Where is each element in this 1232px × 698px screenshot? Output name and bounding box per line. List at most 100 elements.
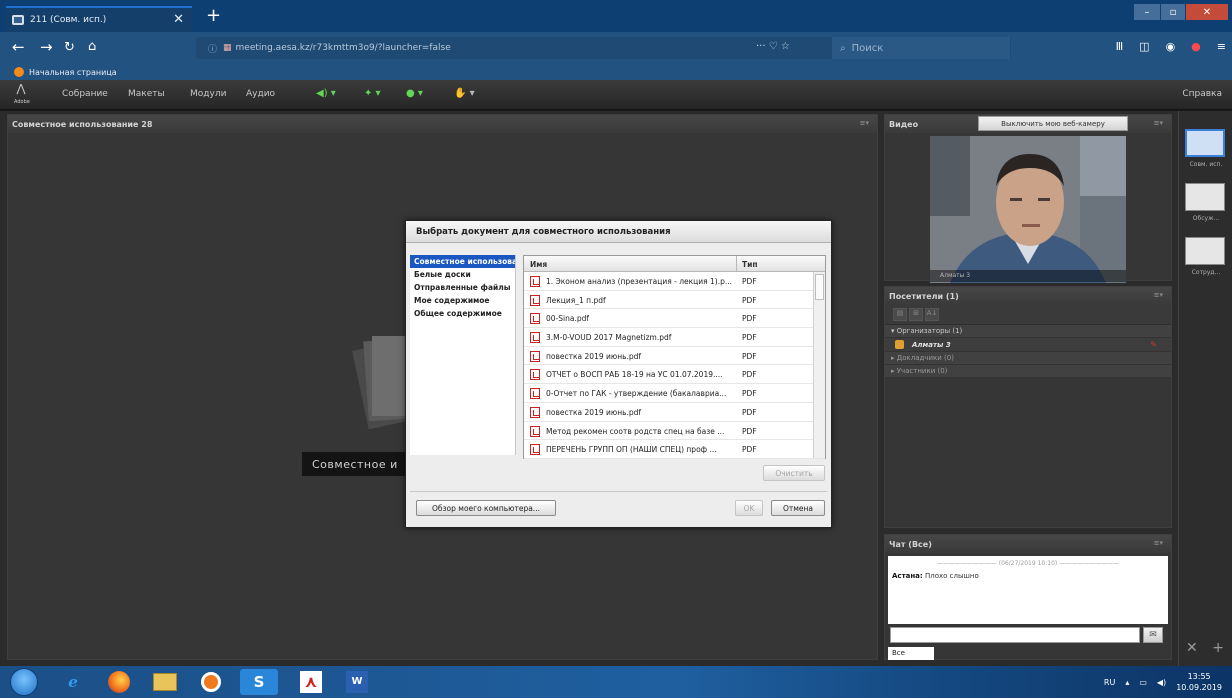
account-icon[interactable]: ◉: [1166, 40, 1176, 53]
file-row[interactable]: Метод рекомен соотв родств спец на базе …: [524, 422, 825, 441]
chat-send-icon[interactable]: ✉: [1143, 627, 1163, 643]
category-shared-content[interactable]: Общее содержимое: [410, 307, 515, 320]
file-row[interactable]: повестка 2019 июнь.pdf PDF: [524, 403, 825, 422]
file-name: 0-Отчет по ГАК - утверждение (бакалавриа…: [546, 389, 727, 399]
info-icon[interactable]: ⓘ: [208, 42, 217, 55]
scrollbar-thumb[interactable]: [815, 274, 824, 300]
chat-input[interactable]: [890, 627, 1140, 643]
browse-computer-button[interactable]: Обзор моего компьютера...: [416, 500, 556, 516]
library-icon[interactable]: Ⅲ: [1116, 40, 1124, 53]
file-row[interactable]: ОТЧЕТ о ВОСП РАБ 18-19 на УС 01.07.2019.…: [524, 365, 825, 385]
search-input[interactable]: ⌕ Поиск: [832, 37, 1010, 59]
adobe-logo-text: Adobe: [14, 99, 30, 105]
clear-button[interactable]: Очистить: [763, 465, 825, 481]
tab-close-icon[interactable]: ✕: [173, 12, 184, 27]
hamburger-menu-icon[interactable]: ≡: [1217, 40, 1226, 53]
layout-thumb-discussion[interactable]: [1185, 183, 1225, 211]
word-icon[interactable]: W: [338, 669, 376, 695]
attendees-pod-title-bar: Посетители (1) ≡▾: [885, 287, 1171, 305]
menu-layouts[interactable]: Макеты: [128, 89, 165, 99]
layout-thumb-share[interactable]: [1185, 129, 1225, 157]
file-row[interactable]: ПЕРЕЧЕНЬ ГРУПП ОП (НАШИ СПЕЦ) проф ... PD…: [524, 440, 825, 459]
firefox-taskbar-icon[interactable]: [100, 669, 138, 695]
chat-message-text: Плохо слышно: [924, 572, 979, 580]
category-whiteboards[interactable]: Белые доски: [410, 268, 515, 281]
network-icon[interactable]: ▭: [1139, 678, 1147, 687]
breakout-icon[interactable]: ⊞: [909, 308, 923, 321]
explorer-icon[interactable]: [146, 669, 184, 695]
language-indicator[interactable]: RU: [1104, 678, 1115, 687]
sidebar-icon[interactable]: ◫: [1139, 40, 1149, 53]
chat-date-line: —————————— (06/27/2019 10:10) ——————————: [936, 560, 1120, 567]
attendee-group-presenters[interactable]: ▸ Докладчики (0): [885, 352, 1171, 365]
page-actions-icon[interactable]: ··· ♡ ☆: [756, 41, 790, 52]
volume-icon[interactable]: ◀): [1157, 678, 1166, 687]
file-type: PDF: [742, 314, 757, 324]
webcam-person-image: [930, 136, 1126, 283]
file-row[interactable]: 3.M-0-VOUD 2017 Magnetizm.pdf PDF: [524, 328, 825, 347]
sort-icon[interactable]: A↓: [925, 308, 939, 321]
content-categories: Совместное использование Белые доски Отп…: [410, 255, 516, 455]
layout-thumb-collaboration[interactable]: [1185, 237, 1225, 265]
category-uploaded[interactable]: Отправленные файлы: [410, 281, 515, 294]
chat-target-select[interactable]: Все: [888, 647, 934, 660]
pod-menu-icon[interactable]: ≡▾: [1154, 291, 1163, 299]
file-type: PDF: [742, 333, 757, 343]
file-row[interactable]: повестка 2019 июнь.pdf PDF: [524, 347, 825, 366]
start-button[interactable]: [10, 668, 38, 696]
media-player-icon[interactable]: [192, 669, 230, 695]
pdf-file-icon: [530, 313, 540, 325]
new-tab-button[interactable]: +: [206, 7, 221, 25]
attendee-group-participants[interactable]: ▸ Участники (0): [885, 365, 1171, 378]
microphone-icon[interactable]: ✦ ▾: [364, 88, 381, 99]
add-layout-icon[interactable]: +: [1212, 640, 1224, 656]
pod-menu-icon[interactable]: ≡▾: [1154, 119, 1163, 127]
share-pod-title-bar: Совместное использование 28 ≡▾: [8, 115, 877, 133]
reload-icon[interactable]: ↻: [64, 40, 75, 55]
bookmark-home[interactable]: Начальная страница: [29, 68, 117, 77]
menu-pods[interactable]: Модули: [190, 89, 226, 99]
adobe-logo-icon: ⋀ Adobe: [14, 82, 30, 105]
browser-navbar: ← → ↻ ⌂ ⓘ ▦ meeting.aesa.kz/r73kmttm3o9/…: [0, 32, 1232, 64]
webcam-icon[interactable]: ● ▾: [406, 88, 423, 99]
file-row[interactable]: 00-Sina.pdf PDF: [524, 309, 825, 329]
skype-icon[interactable]: S: [240, 669, 278, 695]
back-icon[interactable]: ←: [12, 38, 25, 56]
pdf-reader-icon[interactable]: ⋏: [292, 669, 330, 695]
close-window-button[interactable]: ✕: [1186, 4, 1228, 20]
maximize-button[interactable]: ▫: [1161, 4, 1185, 20]
pod-menu-icon[interactable]: ≡▾: [860, 119, 869, 127]
category-my-content[interactable]: Мое содержимое: [410, 294, 515, 307]
column-type[interactable]: Тип: [742, 260, 758, 269]
ie-icon[interactable]: e: [54, 669, 92, 695]
attendee-host-row[interactable]: Алматы 3 ✎: [885, 338, 1171, 352]
forward-icon[interactable]: →: [40, 38, 53, 56]
ok-button[interactable]: OK: [735, 500, 763, 516]
extension-icon[interactable]: ●: [1191, 40, 1201, 53]
delete-layout-icon[interactable]: ✕: [1186, 640, 1198, 656]
file-row[interactable]: 1. Эконом анализ (презентация - лекция 1…: [524, 272, 825, 291]
browser-tabstrip: 211 (Совм. исп.) ✕ + – ▫ ✕: [0, 0, 1232, 32]
speaker-icon[interactable]: ◀) ▾: [316, 88, 336, 99]
list-view-icon[interactable]: ▤: [893, 308, 907, 321]
chat-date: (06/27/2019 10:10): [998, 560, 1058, 567]
category-share[interactable]: Совместное использование: [410, 255, 515, 268]
home-icon[interactable]: ⌂: [88, 39, 96, 54]
minimize-button[interactable]: –: [1134, 4, 1160, 20]
status-icon[interactable]: ✋ ▾: [454, 88, 475, 99]
file-list-scrollbar[interactable]: [813, 272, 825, 458]
browser-tab[interactable]: 211 (Совм. исп.) ✕: [6, 6, 192, 32]
column-name[interactable]: Имя: [530, 260, 547, 269]
attendee-group-hosts[interactable]: ▾ Организаторы (1): [885, 325, 1171, 338]
clock[interactable]: 13:55 10.09.2019: [1176, 671, 1222, 693]
file-name: 3.M-0-VOUD 2017 Magnetizm.pdf: [546, 333, 672, 343]
file-row[interactable]: Лекция_1 п.pdf PDF: [524, 291, 825, 310]
menu-meeting[interactable]: Собрание: [62, 89, 108, 99]
menu-help[interactable]: Справка: [1182, 89, 1222, 99]
menu-audio[interactable]: Аудио: [246, 89, 275, 99]
file-row[interactable]: 0-Отчет по ГАК - утверждение (бакалавриа…: [524, 384, 825, 403]
pod-menu-icon[interactable]: ≡▾: [1154, 539, 1163, 547]
tray-expand-icon[interactable]: ▴: [1125, 678, 1129, 687]
cancel-button[interactable]: Отмена: [771, 500, 825, 516]
stop-webcam-button[interactable]: Выключить мою веб-камеру: [978, 116, 1128, 131]
